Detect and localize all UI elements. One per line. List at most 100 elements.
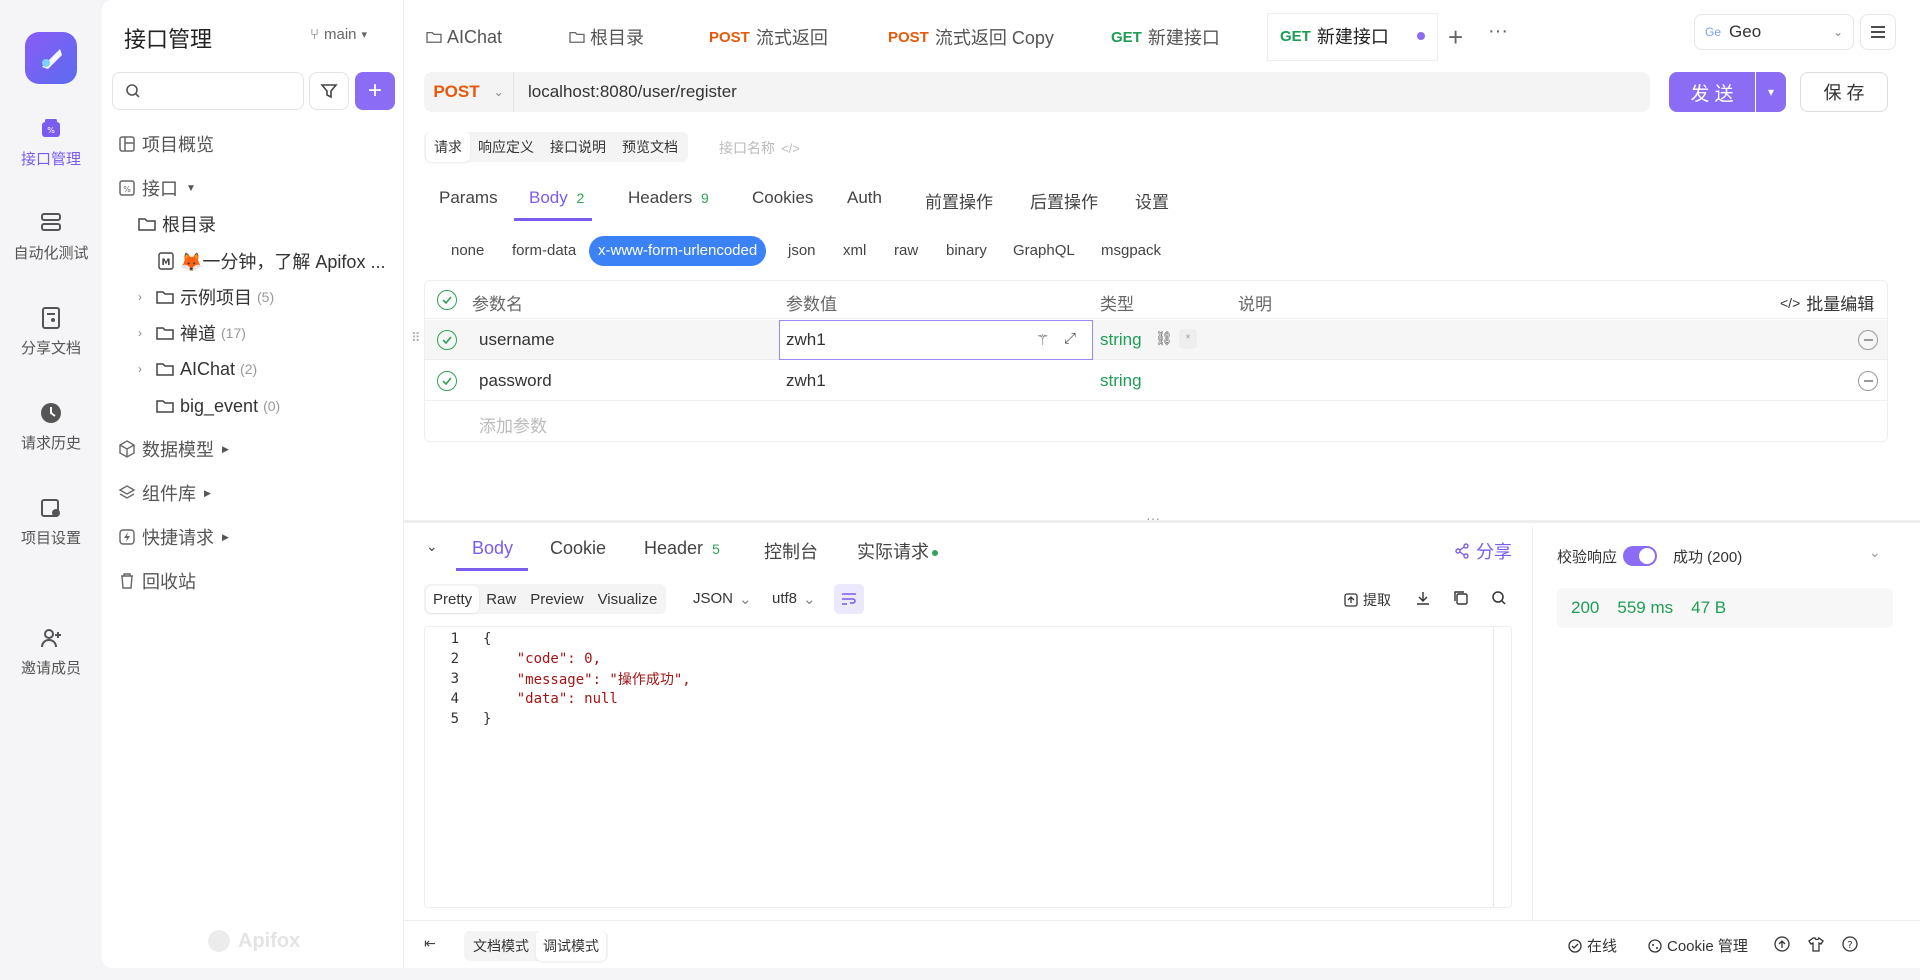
response-tab-actual-request[interactable]: 实际请求 [857,538,938,564]
mode-response-def[interactable]: 响应定义 [470,132,542,162]
body-type-form-data[interactable]: form-data [503,236,585,266]
mode-request[interactable]: 请求 [426,132,470,162]
more-tabs-button[interactable]: ··· [1488,20,1508,43]
download-icon[interactable] [1415,590,1431,606]
remove-row-icon[interactable] [1858,371,1878,391]
branch-selector[interactable]: ⑂ main ▾ [310,26,367,43]
response-tab-console[interactable]: 控制台 [764,538,818,564]
chevron-down-icon[interactable]: ⌄ [1869,544,1881,561]
rail-item-history[interactable]: 请求历史 [0,400,102,453]
param-name[interactable]: username [479,330,555,350]
shirt-icon[interactable] [1808,936,1824,952]
send-dropdown-button[interactable]: ▾ [1756,72,1786,112]
tab-new-api[interactable]: GET 新建接口 [1111,14,1220,60]
validate-toggle[interactable] [1623,546,1657,566]
param-type[interactable]: string [1100,371,1142,391]
bulk-edit-button[interactable]: </> 批量编辑 [1780,290,1874,315]
search-input[interactable] [147,83,297,99]
param-type[interactable]: string [1100,330,1142,350]
view-visualize[interactable]: Visualize [591,586,665,613]
magic-wand-icon[interactable]: ⚚ [1036,331,1049,349]
search-icon[interactable] [1491,590,1507,606]
body-type-graphql[interactable]: GraphQL [1004,236,1084,266]
nav-quick-request[interactable]: 快捷请求 ▶ [118,522,229,552]
view-pretty[interactable]: Pretty [426,585,480,613]
tab-stream-return[interactable]: POST 流式返回 [709,14,828,60]
param-name[interactable]: password [479,371,552,391]
editor-scrollbar[interactable] [1493,627,1494,907]
row-checkbox[interactable] [437,371,457,391]
add-button[interactable]: + [355,72,395,110]
body-type-json[interactable]: json [779,236,825,266]
tab-headers[interactable]: Headers 9 [628,188,709,208]
row-checkbox[interactable] [437,330,457,350]
tab-cookies[interactable]: Cookies [752,188,813,208]
url-input[interactable] [528,82,1608,102]
tab-root[interactable]: 根目录 [569,14,644,60]
rail-item-api-management[interactable]: % 接口管理 [0,116,102,169]
tree-item-intro[interactable]: M 🦊一分钟，了解 Apifox ... [158,246,385,276]
tab-aichat[interactable]: AIChat [426,14,502,60]
api-name-field[interactable]: 接口名称 </> [719,138,800,158]
link-icon[interactable]: ⛓ [1155,330,1173,347]
validate-result[interactable]: 成功 (200) [1673,546,1742,567]
search-box[interactable] [112,72,304,110]
view-preview[interactable]: Preview [523,586,590,613]
tab-auth[interactable]: Auth [847,188,882,208]
save-button[interactable]: 保 存 [1800,72,1888,112]
tab-new-api-active[interactable]: GET 新建接口 [1268,14,1437,60]
tab-settings[interactable]: 设置 [1135,188,1169,213]
response-editor[interactable]: 1 { 2 "code": 0, 3 "message": "操作成功", 4 … [424,626,1512,908]
select-all-checkbox[interactable] [437,290,457,310]
nav-project-overview[interactable]: 项目概览 [118,129,214,159]
format-select[interactable]: JSON ⌄ [693,590,752,608]
view-raw[interactable]: Raw [479,586,523,613]
add-param-placeholder[interactable]: 添加参数 [479,412,547,437]
tree-folder[interactable]: › AIChat (2) [138,354,257,384]
doc-mode-button[interactable]: 文档模式 [466,931,536,961]
online-status[interactable]: 在线 [1568,935,1617,956]
encoding-select[interactable]: utf8 ⌄ [772,590,816,608]
method-select[interactable]: POST ⌄ [424,72,514,112]
tab-post-ops[interactable]: 后置操作 [1030,188,1098,213]
tree-root-folder[interactable]: 根目录 [138,209,216,239]
body-type-raw[interactable]: raw [885,236,927,266]
mode-preview-doc[interactable]: 预览文档 [614,132,686,162]
body-type-xml[interactable]: xml [834,236,875,266]
tree-folder[interactable]: big_event (0) [156,391,280,421]
tab-params[interactable]: Params [439,188,498,208]
nav-apis[interactable]: % 接口 ▼ [118,173,196,203]
nav-components[interactable]: 组件库 ▶ [118,478,211,508]
tab-stream-return-copy[interactable]: POST 流式返回 Copy [888,14,1054,60]
expand-icon[interactable]: ⤢ [1064,330,1076,347]
collapse-sidebar-button[interactable]: ⇤ [424,935,436,952]
required-marker[interactable]: * [1179,329,1197,349]
collapse-response-button[interactable]: ⌄ [426,538,438,555]
nav-data-model[interactable]: 数据模型 ▶ [118,434,229,464]
environment-select[interactable]: Ge Geo ⌄ [1694,14,1854,50]
response-tab-body[interactable]: Body [472,538,513,559]
body-type-urlencoded[interactable]: x-www-form-urlencoded [589,236,767,266]
body-type-none[interactable]: none [442,236,493,266]
upload-icon[interactable] [1774,936,1790,952]
debug-mode-button[interactable]: 调试模式 [536,931,606,961]
response-tab-header[interactable]: Header 5 [644,538,720,559]
tab-pre-ops[interactable]: 前置操作 [925,188,993,213]
copy-icon[interactable] [1453,590,1469,606]
param-value-input[interactable]: zwh1 ⚚ ⤢ [779,320,1093,360]
help-icon[interactable]: ? [1842,936,1858,952]
share-button[interactable]: 分享 [1454,538,1512,564]
drag-handle-icon[interactable]: ⠿ [411,330,421,346]
new-tab-button[interactable]: + [1448,22,1463,53]
rail-item-share-doc[interactable]: 分享文档 [0,305,102,358]
splitter-handle-icon[interactable]: ··· [1146,510,1160,526]
send-button[interactable]: 发 送 [1669,72,1755,112]
param-value[interactable]: zwh1 [786,371,826,391]
menu-button[interactable] [1860,14,1896,50]
body-type-msgpack[interactable]: msgpack [1092,236,1170,266]
body-type-binary[interactable]: binary [937,236,996,266]
tree-folder[interactable]: › 示例项目 (5) [138,282,274,312]
nav-trash[interactable]: 回收站 [118,566,196,596]
tab-body[interactable]: Body 2 [529,188,584,208]
remove-row-icon[interactable] [1858,330,1878,350]
